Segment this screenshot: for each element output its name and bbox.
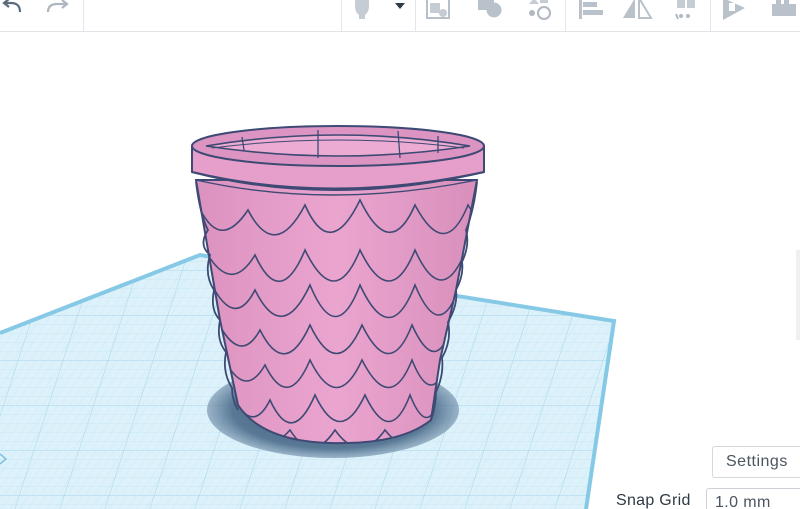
toolbar <box>0 0 800 32</box>
redo-icon <box>40 0 76 20</box>
align-icon <box>568 0 612 24</box>
tinkercad-editor: Settings Snap Grid 1.0 mm <box>0 0 800 509</box>
toolbar-divider <box>415 0 416 31</box>
undo-button[interactable] <box>0 0 34 31</box>
cruise-icon <box>760 0 800 22</box>
share-button[interactable] <box>760 0 800 31</box>
show-all-button[interactable] <box>344 0 380 31</box>
redo-button[interactable] <box>40 0 76 31</box>
view-indicator-icon <box>0 453 8 465</box>
export-icon <box>713 0 757 24</box>
undo-icon <box>0 0 34 20</box>
toolbar-divider <box>83 0 84 31</box>
lightbulb-icon <box>344 0 380 22</box>
align-button[interactable] <box>568 0 612 31</box>
notes-button[interactable] <box>418 0 460 31</box>
visibility-dropdown[interactable] <box>386 0 414 31</box>
toolbar-divider <box>341 0 342 31</box>
shape-tools-icon <box>518 0 560 24</box>
workplane-button[interactable] <box>518 0 560 31</box>
shape-union-icon <box>466 0 514 22</box>
snap-grid-select[interactable]: 1.0 mm <box>706 488 800 509</box>
settings-button[interactable]: Settings <box>712 446 800 478</box>
toolbar-divider <box>565 0 566 31</box>
group-icon <box>662 0 708 24</box>
group-button[interactable] <box>466 0 514 31</box>
chevron-down-icon <box>386 0 414 16</box>
note-icon <box>418 0 460 24</box>
panel-collapse-handle[interactable] <box>796 250 800 340</box>
scene <box>0 125 617 509</box>
cruise-button[interactable] <box>662 0 708 31</box>
export-button[interactable] <box>713 0 757 31</box>
mirror-button[interactable] <box>614 0 660 31</box>
snap-grid-label: Snap Grid <box>616 492 691 509</box>
3d-viewport[interactable] <box>0 32 800 509</box>
toolbar-divider <box>710 0 711 31</box>
mirror-icon <box>614 0 660 22</box>
